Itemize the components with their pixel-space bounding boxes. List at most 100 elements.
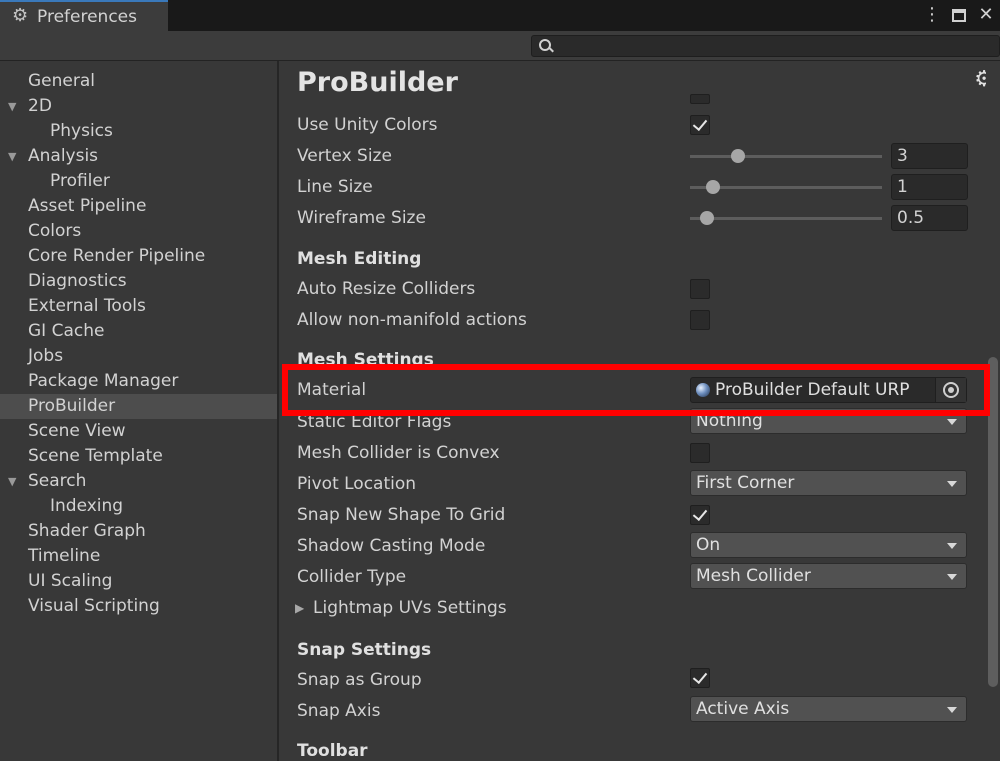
- sidebar-item-core-render-pipeline[interactable]: Core Render Pipeline: [0, 244, 277, 269]
- auto-resize-label: Auto Resize Colliders: [297, 279, 476, 299]
- collider-type-dropdown[interactable]: Mesh Collider: [690, 563, 967, 589]
- sidebar-item-diagnostics[interactable]: Diagnostics: [0, 269, 277, 294]
- sidebar-item-label: UI Scaling: [28, 571, 113, 591]
- chevron-down-icon: [947, 481, 957, 487]
- wireframe-size-label: Wireframe Size: [297, 208, 426, 228]
- chevron-down-icon: [947, 707, 957, 713]
- line-size-field[interactable]: 1: [891, 174, 968, 200]
- sidebar-item-2d[interactable]: ▼ 2D: [0, 94, 277, 119]
- shadow-mode-label: Shadow Casting Mode: [297, 536, 486, 556]
- mesh-editing-header: Mesh Editing: [297, 249, 422, 269]
- lightmap-foldout[interactable]: Lightmap UVs Settings: [313, 596, 507, 620]
- dropdown-value: Mesh Collider: [696, 566, 811, 586]
- sidebar-item-label: External Tools: [28, 296, 146, 316]
- sidebar-item-label: General: [28, 71, 95, 91]
- sidebar-item-label: Shader Graph: [28, 521, 146, 541]
- sidebar-item-probuilder[interactable]: ProBuilder: [0, 394, 277, 419]
- sidebar-item-profiler[interactable]: Profiler: [0, 169, 277, 194]
- check-icon: [692, 505, 708, 522]
- kebab-menu-icon[interactable]: ⋮: [922, 3, 942, 27]
- snap-new-shape-label: Snap New Shape To Grid: [297, 505, 506, 525]
- vertex-size-field[interactable]: 3: [891, 143, 968, 169]
- line-size-label: Line Size: [297, 177, 373, 197]
- sidebar-item-colors[interactable]: Colors: [0, 219, 277, 244]
- chevron-down-icon: [947, 543, 957, 549]
- page-title: ProBuilder: [297, 67, 458, 98]
- sidebar-item-timeline[interactable]: Timeline: [0, 544, 277, 569]
- line-size-slider[interactable]: [690, 180, 882, 194]
- pivot-dropdown[interactable]: First Corner: [690, 470, 967, 496]
- sidebar-item-label: Search: [28, 471, 87, 491]
- shadow-mode-dropdown[interactable]: On: [690, 532, 967, 558]
- collider-type-label: Collider Type: [297, 567, 407, 587]
- convex-checkbox[interactable]: [690, 443, 710, 463]
- sidebar-item-label: Profiler: [50, 171, 110, 191]
- snap-group-checkbox[interactable]: [690, 668, 710, 688]
- search-icon: [539, 39, 551, 51]
- snap-settings-header: Snap Settings: [297, 640, 432, 660]
- slider-thumb[interactable]: [706, 180, 721, 194]
- sidebar-item-scene-template[interactable]: Scene Template: [0, 444, 277, 469]
- non-manifold-label: Allow non-manifold actions: [297, 310, 527, 330]
- pivot-label: Pivot Location: [297, 474, 417, 494]
- sidebar-item-label: Diagnostics: [28, 271, 127, 291]
- snap-axis-label: Snap Axis: [297, 701, 381, 721]
- chevron-down-icon: [947, 574, 957, 580]
- maximize-icon[interactable]: [952, 8, 966, 22]
- sidebar-item-jobs[interactable]: Jobs: [0, 344, 277, 369]
- use-unity-colors-label: Use Unity Colors: [297, 115, 438, 135]
- slider-thumb[interactable]: [700, 211, 715, 225]
- sidebar-item-label: ProBuilder: [28, 396, 116, 416]
- chevron-down-icon[interactable]: ▼: [8, 144, 16, 169]
- highlight-box: [282, 364, 990, 416]
- sidebar-item-label: Physics: [50, 121, 113, 141]
- sidebar-item-visual-scripting[interactable]: Visual Scripting: [0, 594, 277, 619]
- use-unity-colors-checkbox[interactable]: [690, 115, 710, 135]
- title-bar: ⚙ Preferences ⋮ ✕: [0, 0, 1000, 31]
- search-input[interactable]: [531, 35, 1000, 57]
- sidebar-item-package-manager[interactable]: Package Manager: [0, 369, 277, 394]
- snap-axis-dropdown[interactable]: Active Axis: [690, 696, 967, 722]
- chevron-down-icon[interactable]: ▼: [8, 94, 16, 119]
- snap-new-shape-checkbox[interactable]: [690, 505, 710, 525]
- sidebar-item-label: Timeline: [28, 546, 101, 566]
- tab-title: Preferences: [37, 7, 137, 27]
- toolbar-header: Toolbar: [297, 741, 368, 761]
- sidebar-item-label: GI Cache: [28, 321, 105, 341]
- sidebar-item-label: Analysis: [28, 146, 99, 166]
- dropdown-value: First Corner: [696, 473, 795, 493]
- sidebar-item-asset-pipeline[interactable]: Asset Pipeline: [0, 194, 277, 219]
- sidebar: General ▼ 2D Physics ▼ Analysis Profiler Asset …: [0, 61, 279, 761]
- sidebar-item-physics[interactable]: Physics: [0, 119, 277, 144]
- sidebar-item-indexing[interactable]: Indexing: [0, 494, 277, 519]
- vertex-size-label: Vertex Size: [297, 146, 392, 166]
- auto-resize-checkbox[interactable]: [690, 279, 710, 299]
- chevron-down-icon[interactable]: ▼: [8, 469, 16, 494]
- gear-icon: ⚙: [12, 5, 29, 26]
- tab-preferences[interactable]: ⚙ Preferences: [0, 0, 168, 31]
- sidebar-item-shader-graph[interactable]: Shader Graph: [0, 519, 277, 544]
- dropdown-value: Active Axis: [696, 699, 790, 719]
- vertex-size-slider[interactable]: [690, 149, 882, 163]
- wireframe-size-field[interactable]: 0.5: [891, 205, 968, 231]
- sidebar-item-label: Jobs: [28, 346, 64, 366]
- search-bar: [0, 31, 1000, 61]
- checkbox-clipped[interactable]: [690, 94, 710, 104]
- sidebar-item-search[interactable]: ▼ Search: [0, 469, 277, 494]
- snap-group-label: Snap as Group: [297, 670, 422, 690]
- sidebar-item-scene-view[interactable]: Scene View: [0, 419, 277, 444]
- sidebar-item-external-tools[interactable]: External Tools: [0, 294, 277, 319]
- sidebar-item-general[interactable]: General: [0, 69, 277, 94]
- sidebar-item-label: Scene Template: [28, 446, 163, 466]
- convex-label: Mesh Collider is Convex: [297, 443, 500, 463]
- sidebar-item-ui-scaling[interactable]: UI Scaling: [0, 569, 277, 594]
- sidebar-item-gi-cache[interactable]: GI Cache: [0, 319, 277, 344]
- sidebar-item-analysis[interactable]: ▼ Analysis: [0, 144, 277, 169]
- sidebar-item-label: 2D: [28, 96, 52, 116]
- foldout-arrow-icon[interactable]: ▶: [295, 596, 304, 620]
- close-icon[interactable]: ✕: [976, 3, 996, 27]
- slider-thumb[interactable]: [731, 149, 745, 163]
- non-manifold-checkbox[interactable]: [690, 310, 710, 330]
- sidebar-item-label: Package Manager: [28, 371, 179, 391]
- wireframe-size-slider[interactable]: [690, 211, 882, 225]
